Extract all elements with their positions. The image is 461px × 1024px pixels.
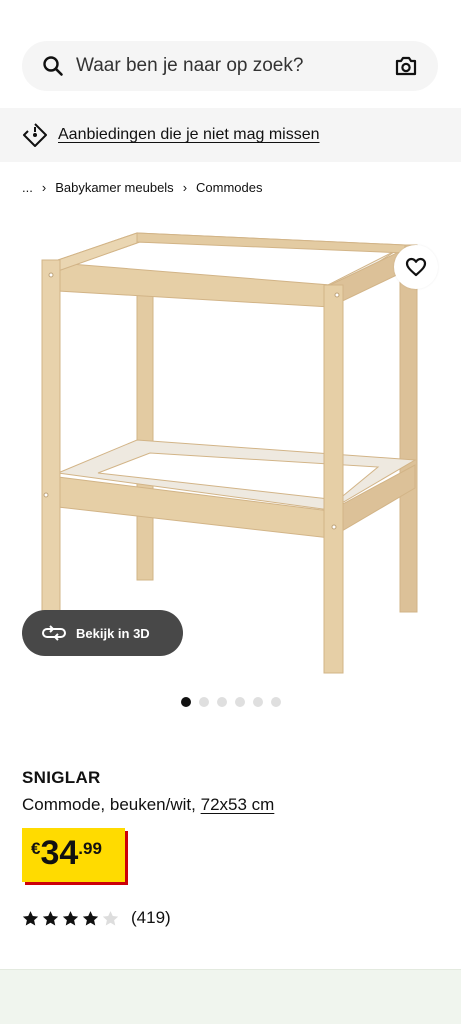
star-icon: [22, 910, 39, 927]
breadcrumb-item-ellipsis[interactable]: ...: [22, 180, 33, 195]
carousel-dot[interactable]: [271, 697, 281, 707]
price-currency: €: [31, 839, 41, 858]
chevron-right-icon: ›: [41, 179, 47, 195]
price-decimal: .99: [78, 839, 102, 858]
chevron-right-icon: ›: [182, 179, 188, 195]
price-tag: € 34 .99: [22, 828, 125, 882]
search-icon: [42, 55, 64, 77]
carousel-dot[interactable]: [235, 697, 245, 707]
star-icon: [42, 910, 59, 927]
star-icon: [82, 910, 99, 927]
promo-banner[interactable]: Aanbiedingen die je niet mag missen: [0, 108, 461, 162]
breadcrumb: ... › Babykamer meubels › Commodes: [22, 178, 263, 196]
product-name: SNIGLAR: [22, 768, 101, 787]
breadcrumb-item-babykamer[interactable]: Babykamer meubels: [55, 180, 174, 195]
product-description: Commode, beuken/wit, 72x53 cm: [22, 795, 274, 815]
carousel-dot[interactable]: [217, 697, 227, 707]
camera-icon[interactable]: [394, 55, 418, 77]
favorite-button[interactable]: [394, 245, 438, 289]
carousel-dot[interactable]: [199, 697, 209, 707]
bottom-section: [0, 969, 461, 1024]
breadcrumb-item-commodes[interactable]: Commodes: [196, 180, 262, 195]
rating[interactable]: (419): [22, 908, 171, 928]
product-description-text: Commode, beuken/wit,: [22, 795, 196, 814]
star-icon: [102, 910, 119, 927]
review-count: (419): [131, 908, 171, 927]
carousel-dot[interactable]: [253, 697, 263, 707]
tag-icon: [22, 122, 48, 148]
search-input[interactable]: Waar ben je naar op zoek?: [76, 55, 394, 77]
heart-icon: [405, 257, 427, 277]
product-dimensions-link[interactable]: 72x53 cm: [201, 795, 275, 814]
promo-link[interactable]: Aanbiedingen die je niet mag missen: [58, 126, 320, 144]
search-bar[interactable]: Waar ben je naar op zoek?: [22, 41, 438, 91]
view-3d-button[interactable]: Bekijk in 3D: [22, 610, 183, 656]
carousel-dots: [181, 697, 281, 707]
price-integer: 34: [40, 834, 79, 872]
view-3d-label: Bekijk in 3D: [76, 625, 150, 641]
star-icon: [62, 910, 79, 927]
rotate-3d-icon: [42, 625, 66, 641]
carousel-dot[interactable]: [181, 697, 191, 707]
